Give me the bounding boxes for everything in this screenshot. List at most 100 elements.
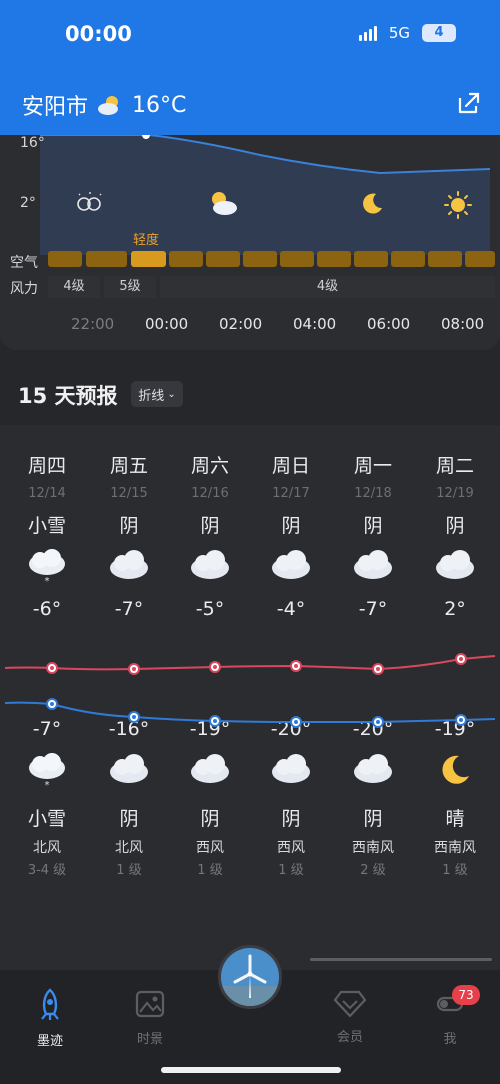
night-weather: 晴 bbox=[445, 808, 465, 830]
cloudy-icon bbox=[272, 550, 310, 579]
day-weather: 阴 bbox=[119, 515, 139, 537]
day-date: 12/15 bbox=[110, 486, 148, 501]
high-temp: -5° bbox=[195, 598, 225, 620]
network-type: 5G bbox=[388, 24, 410, 42]
wind-direction: 西风 bbox=[196, 840, 224, 856]
night-weather: 阴 bbox=[281, 808, 301, 830]
center-action-button[interactable] bbox=[218, 945, 282, 1009]
svg-text:*: * bbox=[45, 780, 50, 790]
svg-text:*: * bbox=[45, 576, 50, 586]
wind-direction: 北风 bbox=[115, 840, 143, 856]
day-weather: 小雪 bbox=[27, 515, 66, 537]
hourly-panel[interactable]: 16° 2° 空气 风力 轻度 4级 5级 4级 22:00 00:00 02:… bbox=[0, 135, 500, 350]
nav-label: 我 bbox=[443, 1032, 457, 1047]
air-quality-bar bbox=[317, 251, 351, 267]
air-quality-bar bbox=[354, 251, 388, 267]
high-temp: -6° bbox=[32, 598, 62, 620]
hourly-temp-chart bbox=[40, 135, 491, 255]
forecast-panel[interactable]: 周四 12/14 小雪 * -6° -7° * 小雪 北风 3-4 级 周五 1… bbox=[0, 425, 500, 970]
day-of-week: 周六 bbox=[190, 455, 229, 477]
nav-item-vip[interactable]: 会员 bbox=[315, 988, 385, 1045]
chart-mode-label: 折线 bbox=[138, 388, 165, 404]
day-of-week: 周日 bbox=[271, 455, 310, 477]
wind-level-cell: 5级 bbox=[104, 276, 156, 298]
home-indicator bbox=[161, 1067, 341, 1073]
snow-icon: * bbox=[29, 549, 65, 586]
cloudy-icon bbox=[436, 550, 474, 579]
day-weather: 阴 bbox=[281, 515, 301, 537]
hour-label: 02:00 bbox=[219, 315, 263, 333]
cloudy-icon bbox=[354, 754, 392, 783]
picture-icon bbox=[135, 990, 165, 1018]
scroll-indicator bbox=[310, 958, 492, 961]
air-quality-bar bbox=[465, 251, 495, 267]
wind-direction: 西风 bbox=[277, 840, 305, 856]
air-quality-bar bbox=[391, 251, 425, 267]
rocket-icon bbox=[41, 988, 59, 1020]
y-label-low: 2° bbox=[20, 195, 36, 211]
city-title[interactable]: 安阳市 16°C bbox=[22, 89, 186, 121]
moon-icon bbox=[363, 193, 382, 214]
night-weather: 阴 bbox=[200, 808, 220, 830]
day-of-week: 周四 bbox=[27, 455, 66, 477]
air-quality-bar bbox=[243, 251, 277, 267]
diamond-icon bbox=[333, 990, 367, 1018]
city-name: 安阳市 bbox=[22, 95, 89, 120]
y-label-high: 16° bbox=[20, 135, 45, 151]
nav-item-scenery[interactable]: 时景 bbox=[115, 988, 185, 1047]
wind-level: 1 级 bbox=[116, 863, 142, 878]
air-quality-bar bbox=[131, 251, 166, 267]
air-level-label: 轻度 bbox=[133, 233, 160, 248]
cloudy-icon bbox=[191, 550, 229, 579]
battery-icon: 4 bbox=[422, 24, 456, 42]
wind-label: 风力 bbox=[10, 281, 38, 297]
hour-label: 22:00 bbox=[71, 315, 115, 333]
wind-turbine-icon bbox=[221, 948, 279, 1006]
top-header: 00:00 5G 4 安阳市 16°C bbox=[0, 0, 500, 135]
wind-level: 1 级 bbox=[278, 863, 304, 878]
air-quality-bar bbox=[428, 251, 462, 267]
status-icons: 5G 4 bbox=[358, 24, 456, 42]
forecast-title: 15 天预报 bbox=[18, 384, 118, 408]
wind-level: 2 级 bbox=[360, 863, 386, 878]
moon-icon bbox=[442, 755, 469, 784]
current-temp: 16°C bbox=[132, 92, 187, 118]
cloudy-icon bbox=[191, 754, 229, 783]
wind-level: 1 级 bbox=[197, 863, 223, 878]
nav-label: 会员 bbox=[336, 1030, 363, 1045]
nav-label: 时景 bbox=[136, 1032, 163, 1047]
high-temp: 2° bbox=[444, 598, 466, 620]
status-time: 00:00 bbox=[65, 22, 132, 46]
night-weather: 小雪 bbox=[27, 808, 66, 830]
share-icon[interactable] bbox=[456, 90, 482, 116]
wind-direction: 西南风 bbox=[434, 840, 476, 856]
high-temp: -7° bbox=[358, 598, 388, 620]
wind-level-cell: 4级 bbox=[48, 276, 100, 298]
day-of-week: 周二 bbox=[435, 455, 474, 477]
air-quality-bar bbox=[280, 251, 314, 267]
high-temp: -4° bbox=[276, 598, 306, 620]
cloudy-icon bbox=[110, 550, 148, 579]
nav-item-moji[interactable]: 墨迹 bbox=[15, 988, 85, 1049]
cloudy-sun-icon bbox=[98, 96, 119, 115]
signal-icon bbox=[358, 25, 377, 41]
temperature-lines bbox=[4, 653, 496, 728]
hour-label: 00:00 bbox=[145, 315, 189, 333]
hour-label: 04:00 bbox=[293, 315, 337, 333]
night-weather: 阴 bbox=[363, 808, 383, 830]
day-date: 12/17 bbox=[272, 486, 310, 501]
day-weather: 阴 bbox=[445, 515, 465, 537]
cloudy-icon bbox=[110, 754, 148, 783]
hour-label: 08:00 bbox=[441, 315, 485, 333]
day-of-week: 周一 bbox=[353, 455, 392, 477]
day-weather: 阴 bbox=[200, 515, 220, 537]
wind-direction: 北风 bbox=[33, 840, 61, 856]
air-quality-bar bbox=[86, 251, 127, 267]
wind-level: 1 级 bbox=[442, 863, 468, 878]
chart-mode-button[interactable]: 折线 ⌄ bbox=[131, 381, 183, 407]
air-quality-bar bbox=[169, 251, 203, 267]
day-date: 12/19 bbox=[436, 486, 474, 501]
day-date: 12/16 bbox=[191, 486, 229, 501]
clear-night-icon bbox=[77, 192, 102, 211]
notification-badge: 73 bbox=[452, 985, 480, 1005]
